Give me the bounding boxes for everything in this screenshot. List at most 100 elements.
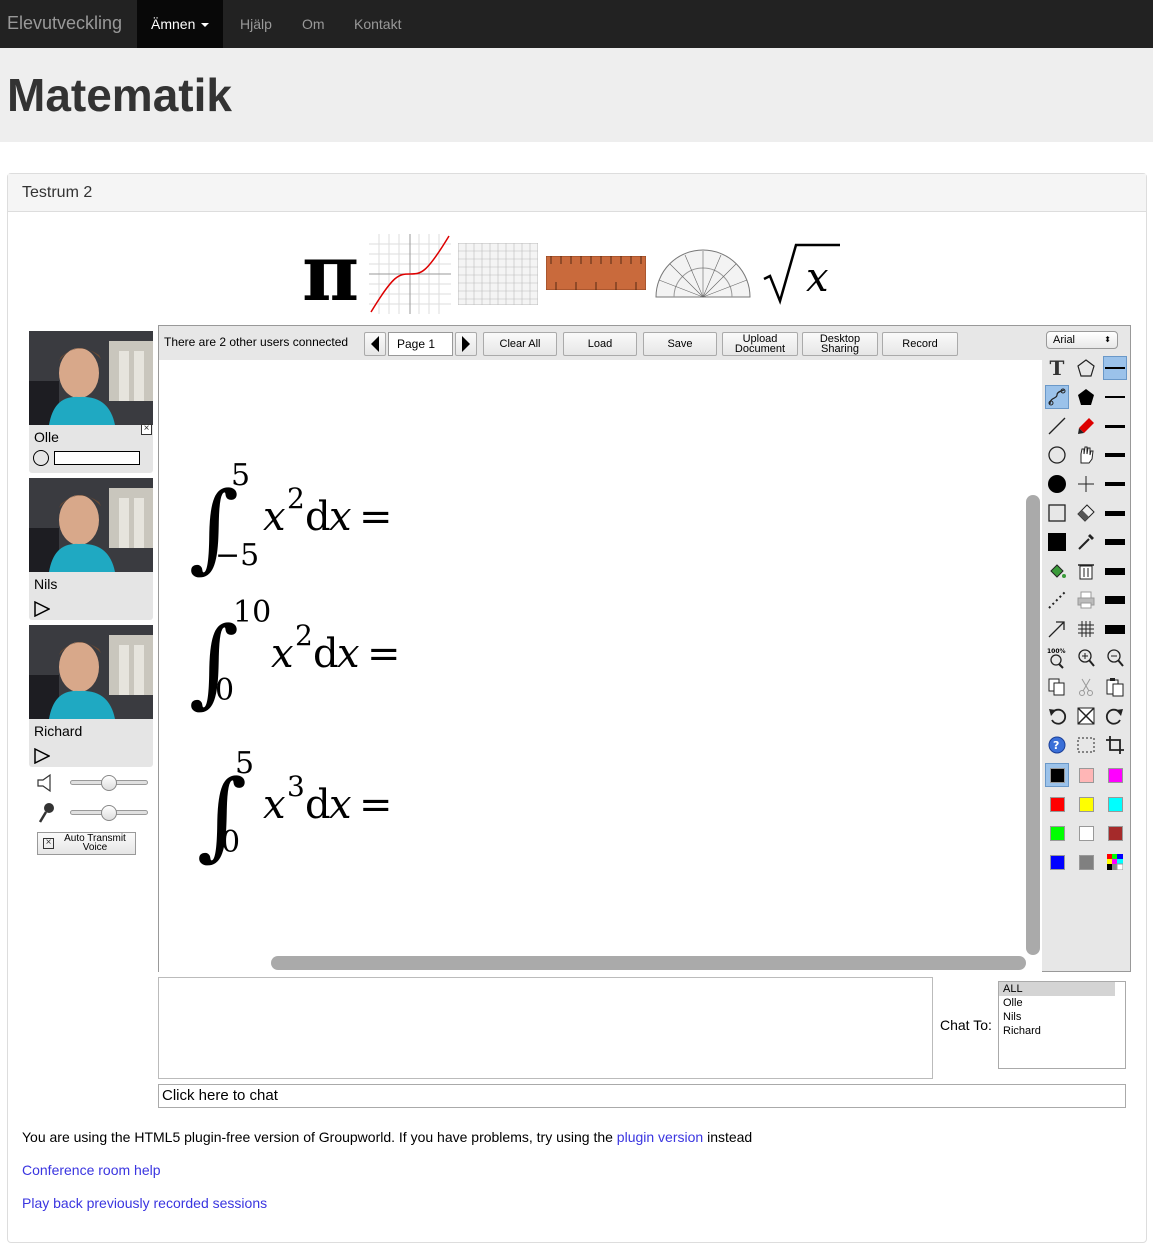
copy-icon[interactable] xyxy=(1045,675,1069,699)
clear-all-button[interactable]: Clear All xyxy=(483,332,557,356)
fill-bucket-icon[interactable] xyxy=(1045,559,1069,583)
color-swatch[interactable] xyxy=(1103,763,1127,787)
rectangle-tool-icon[interactable] xyxy=(1045,501,1069,525)
ellipse-tool-icon[interactable] xyxy=(1045,443,1069,467)
play-icon[interactable] xyxy=(34,747,51,769)
plugin-version-link[interactable]: plugin version xyxy=(617,1129,703,1145)
conference-room-help-link[interactable]: Conference room help xyxy=(22,1162,161,1178)
color-swatch[interactable] xyxy=(1074,792,1098,816)
protractor-icon[interactable] xyxy=(654,247,752,299)
line-width-2-icon[interactable] xyxy=(1103,385,1127,409)
close-icon[interactable]: × xyxy=(141,424,152,435)
chat-recipient-list[interactable]: ALL Olle Nils Richard xyxy=(998,981,1126,1069)
notice-text: You are using the HTML5 plugin-free vers… xyxy=(22,1129,613,1145)
chat-recipient-item[interactable]: ALL xyxy=(999,982,1115,996)
page-number-field[interactable]: Page 1 xyxy=(388,332,453,356)
cut-icon[interactable] xyxy=(1074,675,1098,699)
polygon-tool-icon[interactable] xyxy=(1074,356,1098,380)
line-width-3-icon[interactable] xyxy=(1103,414,1127,438)
delete-selection-icon[interactable] xyxy=(1074,704,1098,728)
next-page-button[interactable] xyxy=(455,332,477,356)
line-width-9-icon[interactable] xyxy=(1103,588,1127,612)
ruler-icon[interactable] xyxy=(545,255,647,291)
panel-title: Testrum 2 xyxy=(8,174,1146,212)
integral-lower-limit: −5 xyxy=(215,538,259,573)
vertical-scrollbar[interactable] xyxy=(1026,495,1040,955)
save-button[interactable]: Save xyxy=(643,332,717,356)
pi-icon[interactable]: π xyxy=(300,228,366,319)
line-width-6-icon[interactable] xyxy=(1103,501,1127,525)
custom-color-icon[interactable] xyxy=(1103,850,1127,874)
graph-function-icon[interactable] xyxy=(369,234,451,314)
nav-item-om[interactable]: Om xyxy=(302,0,325,48)
color-swatch[interactable] xyxy=(1045,821,1069,845)
drawing-canvas[interactable]: ∫ 5 −5 x 2 d x = ∫ 10 0 x 2 d x = ∫ 5 0 … xyxy=(159,360,1042,972)
filled-polygon-tool-icon[interactable] xyxy=(1074,385,1098,409)
zoom-100-icon[interactable]: 100% xyxy=(1045,646,1069,670)
playback-sessions-link[interactable]: Play back previously recorded sessions xyxy=(22,1195,267,1211)
slider-thumb[interactable] xyxy=(101,805,117,821)
play-icon[interactable] xyxy=(34,600,51,622)
font-select[interactable]: Arial ⬍ xyxy=(1046,331,1118,349)
user-card-olle: × Olle xyxy=(29,331,153,473)
dotted-line-tool-icon[interactable] xyxy=(1045,588,1069,612)
color-swatch[interactable] xyxy=(1045,792,1069,816)
hand-tool-icon[interactable] xyxy=(1074,443,1098,467)
help-icon[interactable]: ? xyxy=(1045,733,1069,757)
line-tool-icon[interactable] xyxy=(1045,414,1069,438)
chat-recipient-item[interactable]: Nils xyxy=(999,1010,1125,1024)
marker-tool-icon[interactable] xyxy=(1074,414,1098,438)
auto-transmit-voice-toggle[interactable]: × Auto Transmit Voice xyxy=(37,832,136,855)
print-icon[interactable] xyxy=(1074,588,1098,612)
line-width-8-icon[interactable] xyxy=(1103,559,1127,583)
slider-thumb[interactable] xyxy=(101,775,117,791)
upload-document-button[interactable]: Upload Document xyxy=(722,332,798,356)
eyedropper-tool-icon[interactable] xyxy=(1074,530,1098,554)
arrow-tool-icon[interactable] xyxy=(1045,617,1069,641)
text-tool-icon[interactable]: T xyxy=(1045,356,1069,380)
chat-recipient-item[interactable]: Olle xyxy=(999,996,1125,1010)
zoom-out-icon[interactable] xyxy=(1103,646,1127,670)
microphone-volume-slider[interactable] xyxy=(70,805,148,821)
crosshair-tool-icon[interactable] xyxy=(1074,472,1098,496)
grid-icon[interactable] xyxy=(1074,617,1098,641)
color-swatch[interactable] xyxy=(1045,850,1069,874)
crop-icon[interactable] xyxy=(1103,733,1127,757)
desktop-sharing-button[interactable]: Desktop Sharing xyxy=(802,332,878,356)
chat-input[interactable]: Click here to chat xyxy=(158,1084,1126,1108)
speaker-volume-slider[interactable] xyxy=(70,775,148,791)
square-root-icon[interactable]: x xyxy=(762,243,842,305)
horizontal-scrollbar[interactable] xyxy=(271,956,1026,970)
undo-icon[interactable] xyxy=(1045,704,1069,728)
line-width-4-icon[interactable] xyxy=(1103,443,1127,467)
color-swatch[interactable] xyxy=(1103,821,1127,845)
nav-item-kontakt[interactable]: Kontakt xyxy=(354,0,401,48)
integral-upper-limit: 10 xyxy=(233,595,271,630)
chat-recipient-item[interactable]: Richard xyxy=(999,1024,1125,1038)
nav-item-amnen[interactable]: Ämnen xyxy=(137,0,224,48)
brand-link[interactable]: Elevutveckling xyxy=(7,13,122,34)
zoom-in-icon[interactable] xyxy=(1074,646,1098,670)
line-width-1-icon[interactable] xyxy=(1103,356,1127,380)
color-swatch[interactable] xyxy=(1074,763,1098,787)
select-area-icon[interactable] xyxy=(1074,733,1098,757)
trash-icon[interactable] xyxy=(1074,559,1098,583)
nav-item-hjalp[interactable]: Hjälp xyxy=(240,0,272,48)
color-swatch[interactable] xyxy=(1045,763,1069,787)
color-swatch[interactable] xyxy=(1103,792,1127,816)
freehand-tool-icon[interactable] xyxy=(1045,385,1069,409)
paste-icon[interactable] xyxy=(1103,675,1127,699)
grid-paper-icon[interactable] xyxy=(457,242,539,306)
filled-ellipse-tool-icon[interactable] xyxy=(1045,472,1069,496)
record-button[interactable]: Record xyxy=(882,332,958,356)
color-swatch[interactable] xyxy=(1074,821,1098,845)
line-width-10-icon[interactable] xyxy=(1103,617,1127,641)
previous-page-button[interactable] xyxy=(364,332,386,356)
load-button[interactable]: Load xyxy=(563,332,637,356)
redo-icon[interactable] xyxy=(1103,704,1127,728)
eraser-tool-icon[interactable] xyxy=(1074,501,1098,525)
line-width-5-icon[interactable] xyxy=(1103,472,1127,496)
color-swatch[interactable] xyxy=(1074,850,1098,874)
filled-rectangle-tool-icon[interactable] xyxy=(1045,530,1069,554)
line-width-7-icon[interactable] xyxy=(1103,530,1127,554)
